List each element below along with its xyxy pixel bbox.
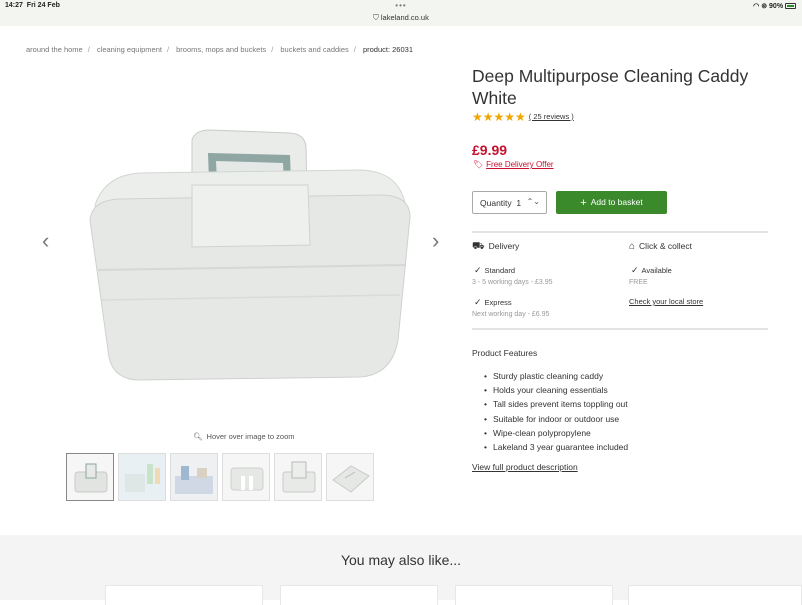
recommendation-card[interactable] (105, 585, 263, 605)
check-local-store-link[interactable]: Check your local store (629, 297, 703, 306)
delivery-standard-sub: 3 - 5 working days - £3.95 (472, 279, 553, 286)
delivery-heading: ⛟ Delivery (472, 241, 520, 252)
delivery-express: ✓ Express (474, 297, 512, 307)
thumbnail-2[interactable] (118, 453, 166, 501)
thumbnail-1[interactable] (66, 453, 114, 501)
divider (472, 231, 768, 233)
star-rating-icon: ★★★★★ (472, 110, 526, 124)
check-icon: ✓ (631, 265, 639, 275)
breadcrumb-link[interactable]: around the home (26, 45, 83, 54)
reviews-link[interactable]: ( 25 reviews ) (529, 112, 574, 121)
recommendations-heading: You may also like... (340, 552, 462, 568)
recommendation-card[interactable] (280, 585, 438, 605)
breadcrumb-link[interactable]: buckets and caddies (280, 45, 348, 54)
magnifier-icon: 🔍︎ (193, 432, 203, 441)
chevron-updown-icon: ⌃⌄ (526, 197, 540, 206)
gallery-prev-arrow-icon[interactable]: ‹ (42, 228, 49, 254)
browser-status-bar: 14:27 Fri 24 Feb ••• ⛉ lakeland.co.uk ◠ … (0, 0, 802, 26)
delivery-offer-link[interactable]: 🏷︎ Free Delivery Offer (473, 160, 554, 169)
tab-handle-dots[interactable]: ••• (0, 1, 802, 10)
full-description-link[interactable]: View full product description (472, 462, 578, 472)
list-item: Holds your cleaning essentials (484, 383, 628, 397)
product-title: Deep Multipurpose Cleaning Caddy White (472, 66, 749, 108)
address-bar[interactable]: ⛉ lakeland.co.uk (0, 13, 802, 23)
delivery-express-sub: Next working day - £6.95 (472, 311, 550, 318)
features-list: Sturdy plastic cleaning caddy Holds your… (484, 369, 628, 454)
check-icon: ✓ (474, 297, 482, 307)
status-indicators: ◠ ⊚ 90% (753, 2, 796, 10)
check-icon: ✓ (474, 265, 482, 275)
divider (472, 328, 768, 330)
product-main-image[interactable] (80, 125, 420, 400)
truck-icon: ⛟ (472, 241, 485, 252)
add-to-basket-button[interactable]: + Add to basket (556, 191, 667, 214)
click-collect-heading: ⌂ Click & collect (629, 241, 692, 252)
tag-icon: 🏷︎ (473, 160, 484, 169)
recommendation-card[interactable] (455, 585, 613, 605)
gallery-next-arrow-icon[interactable]: › (432, 228, 439, 254)
breadcrumb-link[interactable]: cleaning equipment (97, 45, 162, 54)
location-icon: ⊚ (761, 3, 768, 10)
thumbnail-4[interactable] (222, 453, 270, 501)
thumbnail-strip (66, 453, 374, 501)
wifi-icon: ◠ (753, 3, 760, 10)
thumbnail-3[interactable] (170, 453, 218, 501)
recommendation-card[interactable] (628, 585, 802, 605)
collect-price: FREE (629, 279, 648, 286)
breadcrumb-link[interactable]: brooms, mops and buckets (176, 45, 266, 54)
features-title: Product Features (472, 348, 538, 358)
quantity-select[interactable]: Quantity 1 ⌃⌄ (472, 191, 547, 214)
thumbnail-5[interactable] (274, 453, 322, 501)
lock-icon: ⛉ (373, 13, 379, 22)
list-item: Lakeland 3 year guarantee included (484, 440, 628, 454)
zoom-hint: 🔍︎ Hover over image to zoom (193, 432, 295, 441)
delivery-standard: ✓ Standard (474, 265, 515, 275)
list-item: Tall sides prevent items toppling out (484, 397, 628, 411)
breadcrumb: around the home / cleaning equipment / bro… (26, 45, 413, 54)
list-item: Wipe-clean polypropylene (484, 426, 628, 440)
price: £9.99 (472, 142, 508, 158)
store-icon: ⌂ (629, 241, 636, 252)
rating: ★★★★★( 25 reviews ) (472, 110, 574, 124)
list-item: Suitable for indoor or outdoor use (484, 412, 628, 426)
list-item: Sturdy plastic cleaning caddy (484, 369, 628, 383)
thumbnail-6[interactable] (326, 453, 374, 501)
battery-icon (785, 3, 796, 9)
collect-available: ✓ Available (631, 265, 672, 275)
plus-icon: + (580, 197, 587, 209)
breadcrumb-current: product: 26031 (362, 45, 413, 54)
